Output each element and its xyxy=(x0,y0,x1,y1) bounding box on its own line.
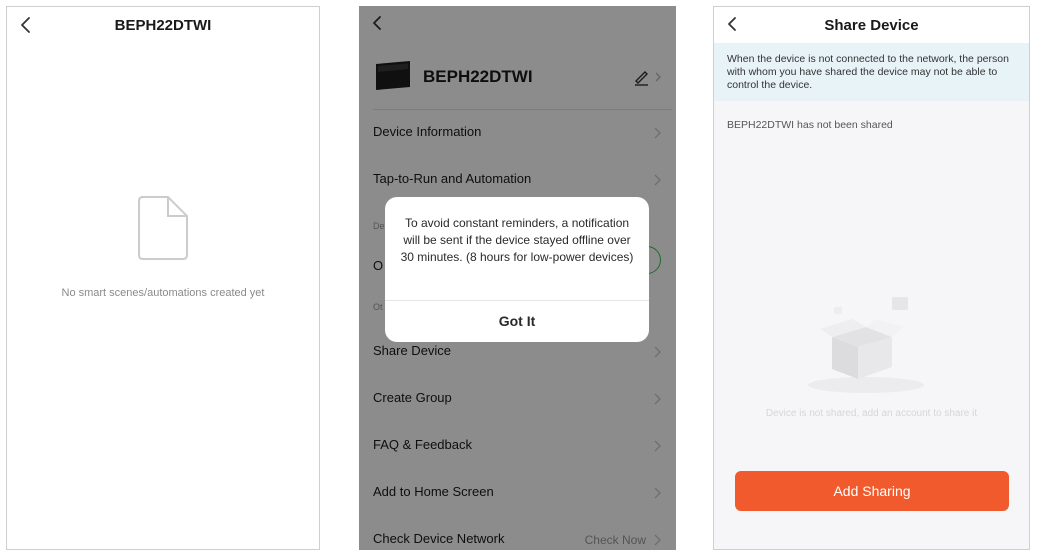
document-icon xyxy=(135,193,191,268)
page-title: BEPH22DTWI xyxy=(114,17,212,34)
share-status-text: BEPH22DTWI has not been shared xyxy=(727,119,893,131)
add-sharing-button[interactable]: Add Sharing xyxy=(735,471,1009,511)
scenes-screen: BEPH22DTWI No smart scenes/automations c… xyxy=(6,6,320,550)
dialog-message: To avoid constant reminders, a notificat… xyxy=(400,216,634,264)
empty-box-icon xyxy=(806,289,946,404)
share-device-screen: Share Device When the device is not conn… xyxy=(713,6,1030,550)
empty-state-hint: Device is not shared, add an account to … xyxy=(765,408,978,419)
notice-text: When the device is not connected to the … xyxy=(727,53,1009,91)
device-settings-screen: BEPH22DTWI Device Information Tap-to-Run… xyxy=(359,6,676,550)
empty-state-text: No smart scenes/automations created yet xyxy=(61,287,265,299)
offline-notice-banner: When the device is not connected to the … xyxy=(714,43,1029,101)
offline-reminder-dialog: To avoid constant reminders, a notificat… xyxy=(385,197,649,342)
page-title: Share Device xyxy=(824,17,919,34)
got-it-button[interactable]: Got It xyxy=(385,301,649,342)
